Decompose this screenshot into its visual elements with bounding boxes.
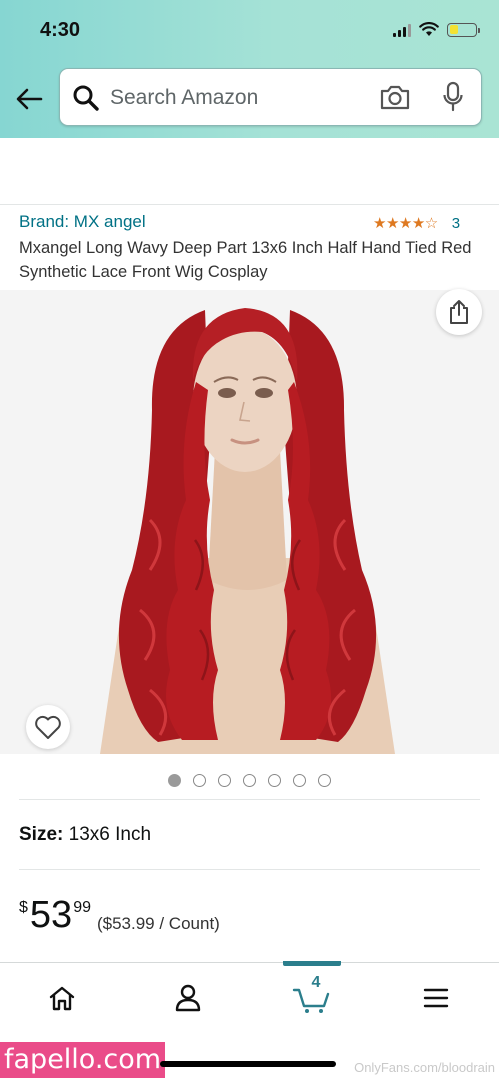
pagination-dot[interactable] [318, 774, 331, 787]
home-icon [49, 986, 75, 1011]
size-value: 13x6 Inch [68, 824, 152, 845]
brand-link[interactable]: Brand: MX angel [19, 212, 146, 232]
share-icon [450, 300, 468, 324]
pagination-dot[interactable] [193, 774, 206, 787]
nav-cart[interactable]: 4 [292, 974, 332, 1015]
cart-count-badge: 4 [311, 974, 321, 991]
bottom-navigation: 4 [0, 961, 499, 1040]
microphone-icon[interactable] [442, 81, 464, 113]
nav-home[interactable] [46, 981, 78, 1015]
price-whole: 53 [29, 894, 73, 936]
share-button[interactable] [436, 289, 482, 335]
unit-price: ($53.99 / Count) [96, 914, 220, 933]
section-divider [19, 869, 480, 870]
product-image [0, 290, 499, 754]
price-fraction: 99 [73, 899, 91, 916]
price-currency: $ [19, 899, 28, 916]
onlyfans-watermark: OnlyFans.com/bloodrain [354, 1060, 495, 1075]
cellular-signal-icon [393, 23, 411, 37]
nav-account[interactable] [172, 981, 204, 1015]
pagination-dot[interactable] [168, 774, 181, 787]
active-tab-indicator [283, 961, 341, 966]
pagination-dot[interactable] [293, 774, 306, 787]
back-button[interactable] [14, 84, 44, 114]
status-icons [393, 22, 480, 37]
search-icon [73, 85, 99, 111]
heart-icon [35, 715, 61, 739]
status-time: 4:30 [40, 19, 81, 41]
person-icon [175, 984, 201, 1012]
product-title: Mxangel Long Wavy Deep Part 13x6 Inch Ha… [19, 239, 472, 281]
battery-icon [447, 22, 480, 37]
price: $ 53 99 ($53.99 / Count) [19, 893, 220, 937]
home-indicator[interactable] [160, 1061, 336, 1067]
menu-icon [423, 988, 449, 1008]
search-bar[interactable]: Search Amazon [59, 68, 482, 126]
back-arrow-icon [16, 88, 43, 110]
pagination-dot[interactable] [218, 774, 231, 787]
search-input[interactable]: Search Amazon [110, 86, 258, 110]
size-row[interactable]: Size: 13x6 Inch [19, 824, 151, 846]
pagination-dot[interactable] [243, 774, 256, 787]
pagination-dot[interactable] [268, 774, 281, 787]
section-divider [19, 799, 480, 800]
nav-menu[interactable] [420, 981, 452, 1015]
image-pagination[interactable] [0, 774, 499, 787]
star-rating-icon: ★★★★☆ [373, 215, 438, 232]
wifi-icon [419, 22, 439, 36]
site-watermark: fapello.com [0, 1042, 166, 1078]
add-to-list-button[interactable] [26, 705, 70, 749]
app-header: 4:30 Search Amazon [0, 0, 499, 138]
rating[interactable]: ★★★★☆ 3 [373, 214, 460, 233]
section-divider [0, 204, 499, 205]
rating-count[interactable]: 3 [452, 215, 460, 232]
product-image-gallery[interactable] [0, 290, 499, 754]
size-label: Size: [19, 824, 64, 845]
camera-icon[interactable] [379, 83, 411, 111]
